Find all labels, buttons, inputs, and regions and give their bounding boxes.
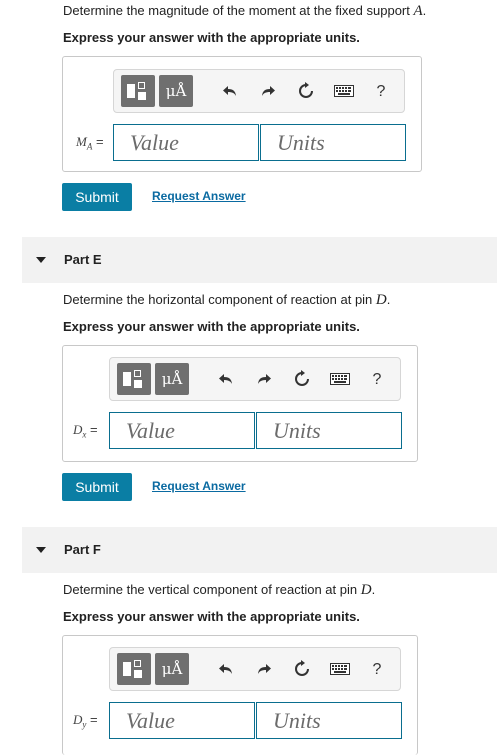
part-f-question: Determine the vertical component of reac… [63,582,375,599]
label-equals: = [86,422,98,437]
keyboard-icon[interactable] [329,658,351,680]
units-icon[interactable]: μÅ [155,363,189,395]
part-f-title[interactable]: Part F [64,542,101,557]
units-icon[interactable]: μÅ [155,653,189,685]
caret-down-icon[interactable] [36,547,46,553]
units-input[interactable]: Units [256,702,402,739]
undo-icon[interactable] [215,658,237,680]
templates-icon[interactable] [121,75,155,107]
question-variable: D [360,582,372,598]
help-icon[interactable]: ? [370,81,392,103]
question-text: Determine the vertical component of reac… [63,582,361,597]
units-icon[interactable]: μÅ [159,75,193,107]
undo-icon[interactable] [219,80,241,102]
templates-icon[interactable] [117,363,151,395]
redo-icon[interactable] [257,80,279,102]
question-variable: A [413,3,423,19]
part-d-question: Determine the magnitude of the moment at… [63,3,426,20]
part-f-instruction: Express your answer with the appropriate… [63,609,360,624]
question-end: . [371,582,376,597]
caret-down-icon[interactable] [36,257,46,263]
reset-icon[interactable] [291,658,313,680]
submit-button[interactable]: Submit [62,183,132,211]
label-main: D [73,422,83,437]
part-d-instruction: Express your answer with the appropriate… [63,30,360,45]
label-equals: = [86,712,98,727]
question-end: . [422,3,427,18]
help-icon[interactable]: ? [366,369,388,391]
units-input[interactable]: Units [256,412,402,449]
label-equals: = [92,134,104,149]
undo-icon[interactable] [215,368,237,390]
math-toolbar: μÅ ? [109,357,401,401]
help-icon[interactable]: ? [366,659,388,681]
reset-icon[interactable] [295,80,317,102]
math-toolbar: μÅ ? [109,647,401,691]
part-e-answer-box: μÅ ? Dx = Value Units [62,345,418,462]
question-text: Determine the horizontal component of re… [63,292,376,307]
part-e-question: Determine the horizontal component of re… [63,292,390,309]
units-input[interactable]: Units [260,124,406,161]
part-d-answer-box: μÅ ? MA = Value Units [62,56,422,172]
answer-label: Dy = [73,712,98,730]
request-answer-link[interactable]: Request Answer [152,479,246,493]
label-main: D [73,712,83,727]
value-input[interactable]: Value [109,702,255,739]
part-e-instruction: Express your answer with the appropriate… [63,319,360,334]
templates-icon[interactable] [117,653,151,685]
value-input[interactable]: Value [113,124,259,161]
answer-label: Dx = [73,422,98,440]
question-end: . [386,292,391,307]
value-input[interactable]: Value [109,412,255,449]
keyboard-icon[interactable] [333,80,355,102]
redo-icon[interactable] [253,658,275,680]
question-text: Determine the magnitude of the moment at… [63,3,414,18]
request-answer-link[interactable]: Request Answer [152,189,246,203]
answer-label: MA = [76,134,104,152]
part-e-title[interactable]: Part E [64,252,102,267]
label-main: M [76,134,87,149]
keyboard-icon[interactable] [329,368,351,390]
submit-button[interactable]: Submit [62,473,132,501]
redo-icon[interactable] [253,368,275,390]
question-variable: D [375,292,387,308]
part-f-answer-box: μÅ ? Dy = Value Units [62,635,418,755]
reset-icon[interactable] [291,368,313,390]
math-toolbar: μÅ ? [113,69,405,113]
